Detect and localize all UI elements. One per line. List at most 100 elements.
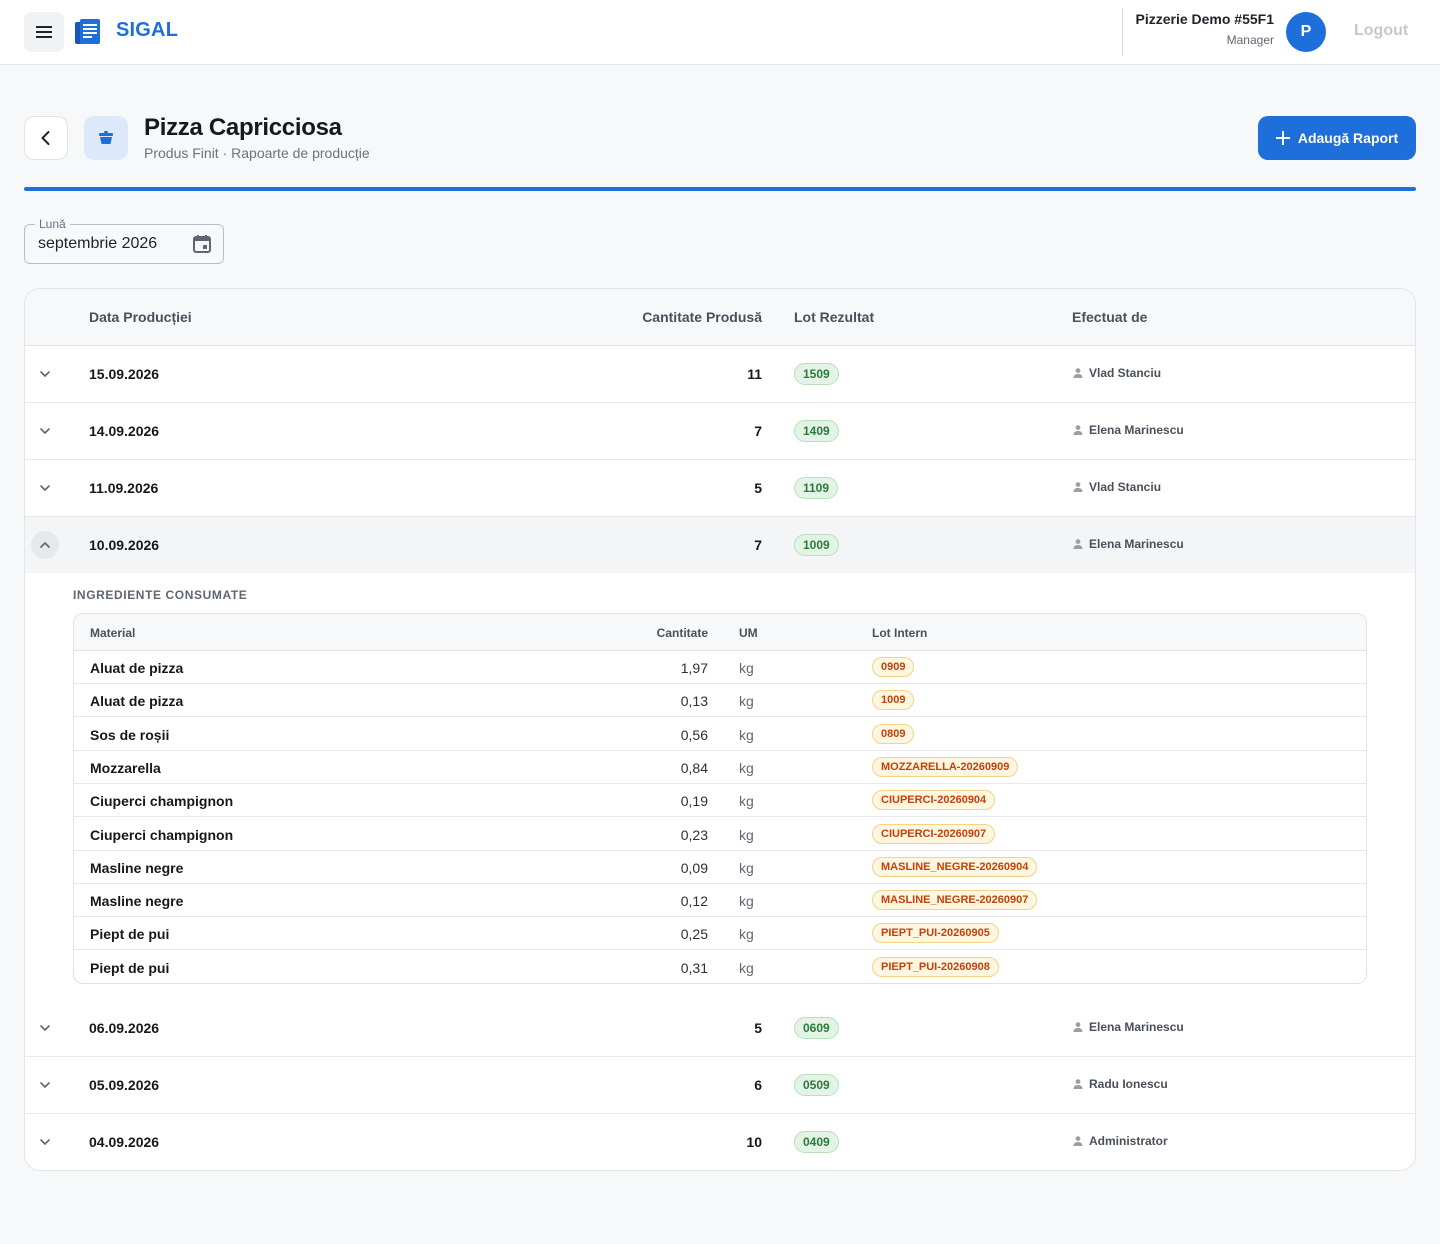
table-row[interactable]: 14.09.2026 7 1409 Elena Marinescu — [25, 403, 1415, 460]
performed-by-name: Radu Ionescu — [1089, 1077, 1168, 1091]
result-lot-badge: 1409 — [794, 420, 839, 442]
produced-quantity: 6 — [754, 1077, 762, 1093]
ingredient-row: Ciuperci champignon 0,23 kg CIUPERCI-202609… — [74, 818, 1366, 851]
performed-by-name: Elena Marinescu — [1089, 537, 1184, 551]
ingredient-quantity: 0,12 — [680, 893, 708, 910]
table-row[interactable]: 11.09.2026 5 1109 Vlad Stanciu — [25, 460, 1415, 517]
performed-by: Elena Marinescu — [1072, 537, 1184, 551]
add-report-button[interactable]: Adaugă Raport — [1258, 116, 1416, 160]
performed-by-name: Vlad Stanciu — [1089, 480, 1162, 494]
ingredient-quantity: 0,19 — [680, 793, 708, 810]
internal-lot-badge: 1009 — [872, 690, 915, 711]
expand-toggle-button[interactable] — [31, 1128, 59, 1156]
person-icon — [1073, 1079, 1083, 1089]
expand-toggle-button[interactable] — [31, 360, 59, 388]
column-header-lot[interactable]: Lot Rezultat — [794, 309, 874, 325]
ingredient-quantity: 0,23 — [680, 826, 708, 843]
expand-toggle-button[interactable] — [31, 1071, 59, 1099]
ingredient-unit: kg — [739, 793, 754, 810]
month-field-value: septembrie 2026 — [38, 235, 158, 252]
ingredients-panel: INGREDIENTE CONSUMATE Material Cantitate… — [25, 573, 1415, 1000]
logout-button[interactable]: Logout — [1354, 22, 1408, 40]
result-lot-badge: 1009 — [794, 534, 839, 556]
ingredient-row: Aluat de pizza 1,97 kg 0909 — [74, 651, 1366, 684]
performed-by-name: Elena Marinescu — [1089, 423, 1184, 437]
ingredients-table: Material Cantitate UM Lot Intern Aluat d… — [73, 613, 1367, 984]
table-row[interactable]: 05.09.2026 6 0509 Radu Ionescu — [25, 1057, 1415, 1114]
chevron-down-icon — [40, 371, 50, 377]
result-lot-badge: 1109 — [794, 477, 839, 499]
menu-button[interactable] — [24, 12, 64, 52]
ingredient-material: Piept de pui — [90, 959, 170, 976]
ingredient-unit: kg — [739, 660, 754, 676]
bowl-icon — [99, 131, 113, 144]
produced-quantity: 11 — [747, 366, 762, 382]
production-date: 10.09.2026 — [89, 537, 160, 553]
person-icon — [1073, 1136, 1083, 1146]
ingredients-column-material: Material — [90, 626, 136, 640]
chevron-down-icon — [40, 485, 50, 491]
internal-lot-badge: 0809 — [872, 723, 915, 744]
expand-toggle-button[interactable] — [31, 1014, 59, 1042]
production-reports-table: Data Producției Cantitate Produsă Lot Re… — [24, 288, 1416, 1171]
ingredients-column-lot: Lot Intern — [872, 626, 928, 640]
ingredient-quantity: 1,97 — [680, 660, 708, 676]
ingredient-material: Masline negre — [90, 893, 184, 910]
ingredient-row: Aluat de pizza 0,13 kg 1009 — [74, 684, 1366, 718]
ingredient-row: Mozzarella 0,84 kg MOZZARELLA-20260909 — [74, 751, 1366, 784]
performed-by: Administrator — [1072, 1134, 1168, 1148]
ingredient-unit: kg — [739, 959, 754, 976]
chevron-down-icon — [40, 1025, 50, 1031]
performed-by-name: Vlad Stanciu — [1089, 366, 1162, 380]
ingredient-unit: kg — [739, 893, 754, 910]
performed-by: Vlad Stanciu — [1072, 480, 1161, 494]
performed-by-name: Administrator — [1089, 1134, 1168, 1148]
internal-lot-badge: 0909 — [872, 657, 915, 677]
produced-quantity: 5 — [754, 1020, 762, 1036]
person-icon — [1073, 1022, 1083, 1032]
ingredient-row: Masline negre 0,12 kg MASLINE_NEGRE-2026090… — [74, 884, 1366, 918]
person-icon — [1073, 482, 1083, 492]
ingredient-quantity: 0,25 — [680, 926, 708, 943]
column-header-date[interactable]: Data Producției — [89, 309, 192, 325]
table-row[interactable]: 04.09.2026 10 0409 Administrator — [25, 1114, 1415, 1170]
ingredient-material: Aluat de pizza — [90, 693, 184, 710]
ingredient-row: Sos de roșii 0,56 kg 0809 — [74, 718, 1366, 751]
column-header-user[interactable]: Efectuat de — [1072, 309, 1147, 325]
production-date: 15.09.2026 — [89, 366, 160, 382]
table-row[interactable]: 10.09.2026 7 1009 Elena Marinescu — [25, 517, 1415, 574]
ingredient-unit: kg — [739, 859, 754, 876]
ingredient-row: Piept de pui 0,25 kg PIEPT_PUI-20260905 — [74, 917, 1366, 951]
chevron-up-icon — [40, 542, 50, 548]
column-header-quantity[interactable]: Cantitate Produsă — [642, 309, 762, 325]
chevron-down-icon — [40, 428, 50, 434]
document-stack-icon — [75, 19, 100, 44]
production-date: 06.09.2026 — [89, 1020, 160, 1036]
production-date: 05.09.2026 — [89, 1077, 160, 1093]
internal-lot-badge: CIUPERCI-20260904 — [872, 790, 996, 811]
ingredients-table-header: Material Cantitate UM Lot Intern — [74, 614, 1366, 651]
table-row[interactable]: 15.09.2026 11 1509 Vlad Stanciu — [25, 346, 1415, 403]
table-row[interactable]: 06.09.2026 5 0609 Elena Marinescu — [25, 1000, 1415, 1057]
produced-quantity: 7 — [754, 423, 762, 439]
calendar-icon[interactable] — [191, 233, 213, 255]
back-button[interactable] — [24, 116, 68, 160]
plus-icon — [1275, 131, 1290, 145]
ingredient-unit: kg — [739, 926, 754, 943]
avatar[interactable]: P — [1286, 12, 1326, 52]
ingredient-unit: kg — [739, 826, 754, 843]
chevron-left-icon — [41, 131, 50, 145]
expand-toggle-button[interactable] — [31, 474, 59, 502]
production-date: 14.09.2026 — [89, 423, 160, 439]
person-icon — [1073, 425, 1083, 435]
expand-toggle-button[interactable] — [31, 531, 59, 559]
internal-lot-badge: PIEPT_PUI-20260908 — [872, 956, 999, 977]
user-role: Manager — [1226, 33, 1274, 47]
expand-toggle-button[interactable] — [31, 417, 59, 445]
performed-by: Vlad Stanciu — [1072, 366, 1161, 380]
month-picker[interactable]: Lună septembrie 2026 — [24, 217, 224, 264]
table-header: Data Producției Cantitate Produsă Lot Re… — [25, 289, 1415, 346]
brand-name[interactable]: SIGAL — [116, 19, 178, 42]
person-icon — [1073, 368, 1083, 378]
ingredient-quantity: 0,09 — [680, 859, 708, 876]
